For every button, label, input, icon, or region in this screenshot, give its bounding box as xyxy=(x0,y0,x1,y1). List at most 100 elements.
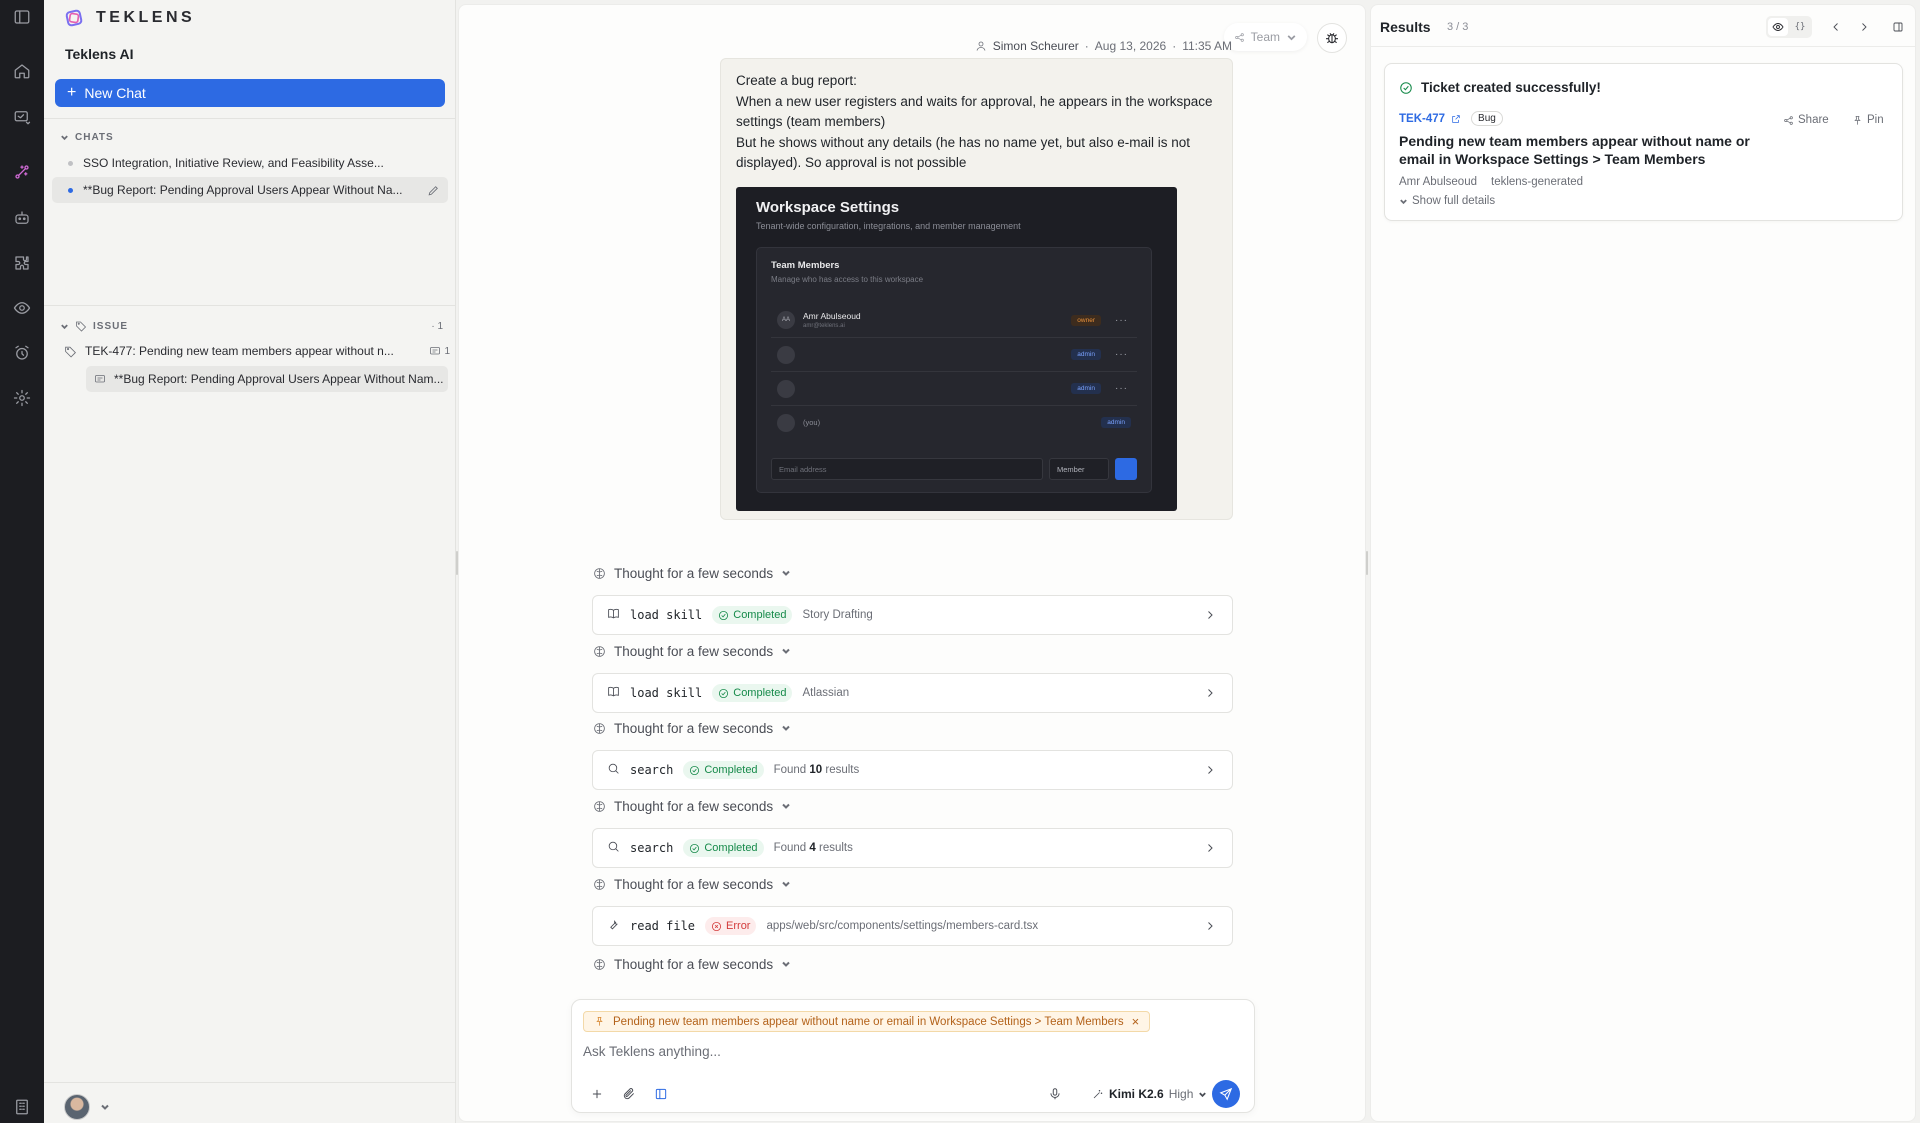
thought-toggle[interactable]: Thought for a few seconds xyxy=(593,797,791,815)
context-chip[interactable]: Pending new team members appear without … xyxy=(583,1011,1151,1032)
inbox-icon[interactable] xyxy=(10,105,34,129)
bug-icon xyxy=(1326,33,1338,44)
attach-button[interactable] xyxy=(618,1083,640,1105)
send-button[interactable] xyxy=(1212,1080,1240,1108)
workspace-name[interactable]: Teklens AI xyxy=(65,46,133,62)
user-menu[interactable] xyxy=(64,1094,110,1120)
new-chat-button[interactable]: + New Chat xyxy=(55,79,445,107)
thought-toggle[interactable]: Thought for a few seconds xyxy=(593,719,791,737)
previous-result-button[interactable] xyxy=(1826,17,1846,37)
collapse-panel-button[interactable] xyxy=(1888,17,1908,37)
brain-icon xyxy=(594,878,605,890)
thought-toggle[interactable]: Thought for a few seconds xyxy=(593,955,791,973)
divider xyxy=(44,305,456,306)
bot-icon[interactable] xyxy=(10,206,34,230)
wrench-icon xyxy=(607,918,620,934)
building-icon[interactable] xyxy=(10,1095,34,1119)
message-line: But he shows without any details (he has… xyxy=(736,134,1190,171)
desc-suffix: results xyxy=(825,764,860,776)
report-bug-button[interactable] xyxy=(1317,23,1347,53)
sidebar-toggle-icon[interactable] xyxy=(10,5,34,29)
status-badge: Completed xyxy=(712,684,793,702)
edit-pencil-icon[interactable] xyxy=(427,184,440,197)
issue-count-value: 1 xyxy=(437,321,443,332)
json-view-button[interactable]: {} xyxy=(1790,18,1810,36)
chevron-down-icon xyxy=(781,566,791,581)
issue-item[interactable]: TEK-477: Pending new team members appear… xyxy=(64,340,450,362)
more-dots-icon: ··· xyxy=(1115,383,1128,394)
tool-call-row[interactable]: load skill Completed Atlassian xyxy=(592,673,1233,713)
microphone-button[interactable] xyxy=(1044,1083,1066,1105)
thought-label: Thought for a few seconds xyxy=(614,643,774,659)
meta-separator: · xyxy=(1172,39,1177,53)
results-panel: Results 3 / 3 {} Ticket created successf… xyxy=(1370,4,1916,1122)
tool-call-row[interactable]: read file Error apps/web/src/components/… xyxy=(592,906,1233,946)
result-count: 4 xyxy=(809,842,816,854)
sparkle-wand-icon xyxy=(1093,1090,1103,1099)
issue-count: · 1 xyxy=(431,321,443,332)
card-title: Team Members xyxy=(771,260,840,271)
role-badge: admin xyxy=(1071,349,1101,360)
teklens-logo-icon xyxy=(65,9,83,27)
invite-role-select: Member xyxy=(1049,458,1109,480)
desc-prefix: Found xyxy=(773,842,807,854)
results-count: 3 / 3 xyxy=(1447,21,1469,33)
panel-toggle-button[interactable] xyxy=(650,1083,672,1105)
issue-section-header[interactable]: ISSUE xyxy=(60,319,128,333)
tag-icon xyxy=(65,346,76,358)
tool-call-row[interactable]: search Completed Found 4 results xyxy=(592,828,1233,868)
pin-button[interactable]: Pin xyxy=(1852,114,1884,126)
chat-item[interactable]: SSO Integration, Initiative Review, and … xyxy=(52,150,448,176)
message-date: Aug 13, 2026 xyxy=(1094,39,1167,53)
show-details-toggle[interactable]: Show full details xyxy=(1399,195,1495,207)
settings-gear-icon[interactable] xyxy=(10,386,34,410)
home-icon[interactable] xyxy=(10,59,34,83)
plus-icon xyxy=(592,1089,602,1099)
close-icon[interactable]: × xyxy=(1132,1014,1140,1029)
tool-call-row[interactable]: search Completed Found 10 results xyxy=(592,750,1233,790)
microphone-icon xyxy=(1050,1088,1060,1100)
member-avatar xyxy=(777,379,795,398)
author-name: Simon Scheurer xyxy=(992,39,1079,53)
chat-item-active[interactable]: **Bug Report: Pending Approval Users App… xyxy=(52,177,448,203)
model-selector[interactable]: Kimi K2.6 High xyxy=(1092,1083,1207,1105)
meta-separator: · xyxy=(1084,39,1089,53)
member-row: (you) admin xyxy=(771,405,1137,439)
chat-dot-icon xyxy=(68,160,73,166)
ai-chat-icon[interactable] xyxy=(10,160,34,184)
chevron-left-icon xyxy=(1833,23,1838,31)
status-label: Completed xyxy=(733,609,787,621)
thought-label: Thought for a few seconds xyxy=(614,956,774,972)
issue-section-label: ISSUE xyxy=(93,320,129,332)
alarm-icon[interactable] xyxy=(10,341,34,365)
integrations-icon[interactable] xyxy=(10,251,34,275)
chat-input[interactable] xyxy=(583,1039,1223,1063)
chats-section-header[interactable]: CHATS xyxy=(60,130,114,144)
preview-view-button[interactable] xyxy=(1768,18,1788,36)
thought-toggle[interactable]: Thought for a few seconds xyxy=(593,642,791,660)
issue-chat-item[interactable]: **Bug Report: Pending Approval Users App… xyxy=(86,366,448,392)
next-result-button[interactable] xyxy=(1854,17,1874,37)
thought-toggle[interactable]: Thought for a few seconds xyxy=(593,564,791,582)
status-label: Completed xyxy=(704,764,758,776)
add-button[interactable] xyxy=(586,1083,608,1105)
eye-icon[interactable] xyxy=(10,296,34,320)
thought-label: Thought for a few seconds xyxy=(614,720,774,736)
tool-call-row[interactable]: load skill Completed Story Drafting xyxy=(592,595,1233,635)
external-link-icon[interactable] xyxy=(1451,114,1461,124)
invite-row: Email address Member xyxy=(771,458,1137,480)
issue-chat-title: **Bug Report: Pending Approval Users App… xyxy=(114,372,444,386)
visibility-dropdown[interactable]: Team xyxy=(1223,23,1307,51)
chat-item-title: **Bug Report: Pending Approval Users App… xyxy=(83,183,403,197)
thought-toggle[interactable]: Thought for a few seconds xyxy=(593,875,791,893)
ticket-title: Pending new team members appear without … xyxy=(1399,133,1750,167)
message-time: 11:35 AM xyxy=(1182,39,1232,53)
right-resize-handle[interactable] xyxy=(1366,551,1368,575)
attached-screenshot[interactable]: Workspace Settings Tenant-wide configura… xyxy=(736,187,1177,511)
tool-name: load skill xyxy=(630,608,703,622)
status-label: Completed xyxy=(704,842,758,854)
ticket-label: teklens-generated xyxy=(1491,176,1584,188)
brand[interactable]: TEKLENS xyxy=(64,6,195,30)
share-button[interactable]: Share xyxy=(1783,114,1829,126)
ticket-key-link[interactable]: TEK-477 xyxy=(1399,113,1445,125)
